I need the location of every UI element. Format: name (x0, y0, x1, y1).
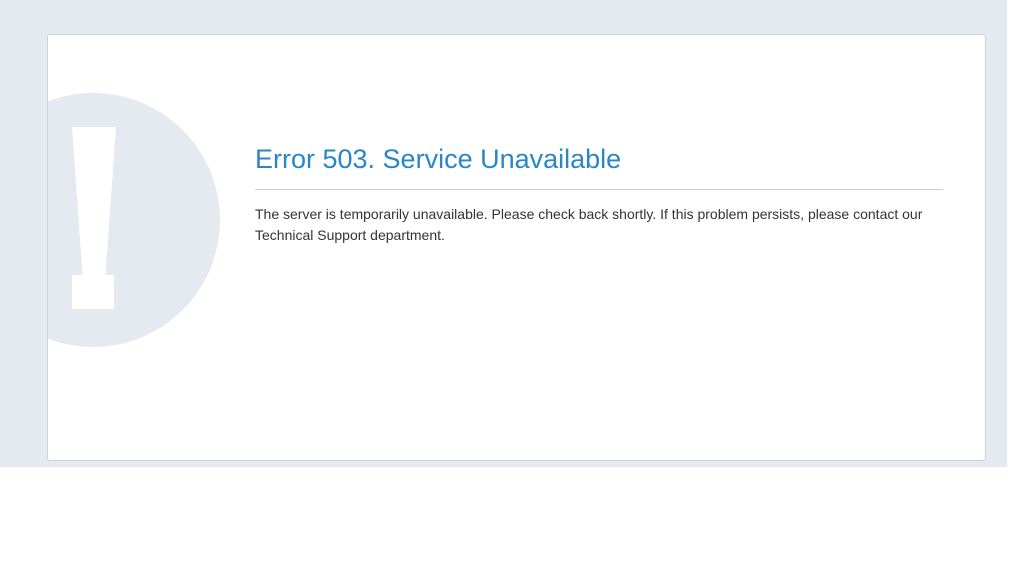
error-title: Error 503. Service Unavailable (255, 144, 622, 174)
divider (255, 189, 943, 191)
error-message: The server is temporarily unavailable. P… (255, 206, 923, 244)
error-card: Error 503. Service Unavailable The serve… (47, 34, 986, 461)
error-content: Error 503. Service Unavailable The serve… (255, 143, 943, 246)
page-background: Error 503. Service Unavailable The serve… (0, 0, 1007, 467)
exclamation-warning-icon (48, 93, 220, 347)
